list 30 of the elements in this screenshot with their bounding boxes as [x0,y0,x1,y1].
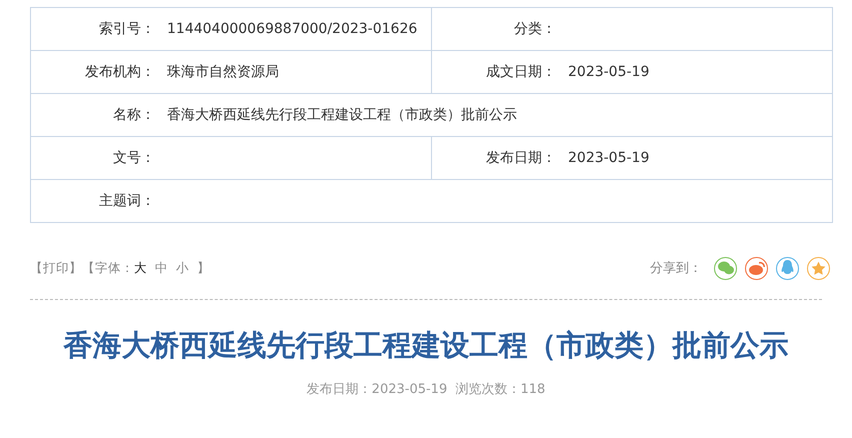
share-button[interactable] [807,256,830,280]
penguin-icon [781,260,794,276]
field-label: 分类： [513,20,556,38]
font-size-option[interactable]: 大 [134,260,147,276]
field-value: 2023-05-19 [568,64,650,80]
field-value: 114404000069887000/2023-01626 [167,21,418,37]
field-label: 名称： [112,106,155,124]
bracket-text: 】 [197,260,210,276]
field-label: 主题词： [98,192,155,210]
field-value: 2023-05-19 [568,150,650,166]
font-size-option[interactable]: 中 [155,260,168,276]
field-value: 珠海市自然资源局 [167,63,279,81]
share-button[interactable] [714,256,737,280]
field-label: 文号： [112,149,155,167]
chat-bubbles-icon [718,261,734,275]
share-button[interactable] [745,256,768,280]
article-meta: 发布日期：2023-05-19 浏览次数：118 [306,381,546,398]
field-value: 香海大桥西延线先行段工程建设工程（市政类）批前公示 [167,106,517,124]
share-button[interactable] [776,256,799,280]
field-label: 发布日期： [485,149,556,167]
star-icon [811,260,826,276]
font-size-label: 【字体： [82,260,134,276]
font-size-option[interactable]: 小 [176,260,189,276]
field-label: 成文日期： [485,63,556,81]
weibo-icon [748,261,764,275]
share-label: 分享到： [650,260,702,277]
field-label: 发布机构： [84,63,155,81]
field-label: 索引号： [98,20,155,38]
article-title: 香海大桥西延线先行段工程建设工程（市政类）批前公示 [30,299,822,366]
print-link[interactable]: 【打印】 [30,260,82,276]
